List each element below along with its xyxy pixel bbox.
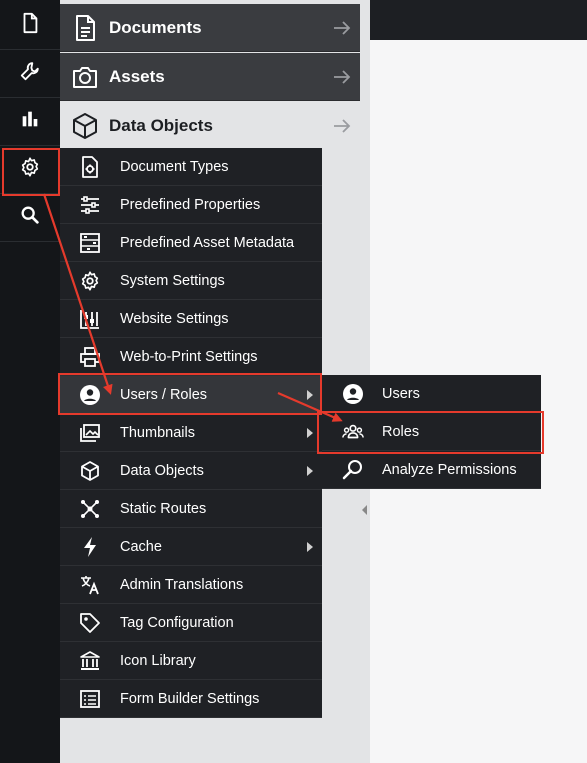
menu-item-label: Thumbnails: [120, 424, 195, 441]
tag-icon: [79, 612, 101, 634]
top-bar: [370, 0, 587, 40]
tools-nav-button[interactable]: [0, 50, 60, 98]
menu-item-label: Users / Roles: [120, 386, 208, 403]
cube-icon: [71, 112, 99, 140]
submenu-item-label: Roles: [382, 423, 420, 440]
documents-nav-button[interactable]: [0, 2, 60, 50]
submenu-item-roles[interactable]: Roles: [322, 413, 541, 451]
document-icon: [19, 12, 41, 39]
submenu-caret-icon: [307, 542, 313, 552]
images-icon: [79, 422, 101, 444]
menu-item-label: Predefined Asset Metadata: [120, 234, 295, 251]
menu-item-label: Predefined Properties: [120, 196, 261, 213]
collapse-left-icon: [362, 505, 367, 515]
menu-item-label: Website Settings: [120, 310, 229, 327]
arrow-right-icon: [332, 18, 352, 38]
search-nav-button[interactable]: [0, 194, 60, 242]
menu-item-admin-translations[interactable]: Admin Translations: [60, 566, 322, 604]
wrench-icon: [19, 60, 41, 87]
menu-item-users-roles[interactable]: Users / Roles: [60, 376, 322, 414]
metadata-icon: [79, 232, 101, 254]
search-icon: [19, 204, 41, 231]
magnifier-icon: [342, 459, 364, 481]
menu-item-tag-configuration[interactable]: Tag Configuration: [60, 604, 322, 642]
printer-icon: [79, 346, 101, 368]
menu-item-thumbnails[interactable]: Thumbnails: [60, 414, 322, 452]
collapse-panel-handle[interactable]: [360, 500, 370, 520]
menu-item-label: System Settings: [120, 272, 225, 289]
gear-icon: [79, 270, 101, 292]
menu-item-predefined-asset-metadata[interactable]: Predefined Asset Metadata: [60, 224, 322, 262]
menu-item-predefined-properties[interactable]: Predefined Properties: [60, 186, 322, 224]
camera-icon: [71, 63, 99, 91]
arrow-right-icon: [332, 116, 352, 136]
form-icon: [79, 688, 101, 710]
menu-item-label: Tag Configuration: [120, 614, 234, 631]
translate-icon: [79, 574, 101, 596]
user-circle-icon: [342, 383, 364, 405]
bar-chart-icon: [19, 108, 41, 135]
menu-item-label: Document Types: [120, 158, 229, 175]
library-icon: [79, 650, 101, 672]
settings-menu: Document Types Predefined Properties Pre…: [60, 148, 322, 718]
cube-icon: [79, 460, 101, 482]
website-settings-icon: [79, 308, 101, 330]
lightning-icon: [79, 536, 101, 558]
submenu-item-analyze-permissions[interactable]: Analyze Permissions: [322, 451, 541, 489]
menu-item-cache[interactable]: Cache: [60, 528, 322, 566]
settings-nav-button[interactable]: [0, 146, 60, 194]
menu-item-system-settings[interactable]: System Settings: [60, 262, 322, 300]
users-roles-submenu: Users Roles Analyze Permissions: [322, 375, 541, 489]
routes-icon: [79, 498, 101, 520]
tree-documents[interactable]: Documents: [60, 4, 360, 52]
tree-assets-label: Assets: [109, 66, 165, 86]
menu-item-form-builder-settings[interactable]: Form Builder Settings: [60, 680, 322, 718]
menu-item-label: Data Objects: [120, 462, 204, 479]
tree-data-objects-label: Data Objects: [109, 116, 213, 135]
submenu-caret-icon: [307, 390, 313, 400]
menu-item-data-objects[interactable]: Data Objects: [60, 452, 322, 490]
menu-item-web-to-print-settings[interactable]: Web-to-Print Settings: [60, 338, 322, 376]
sliders-icon: [79, 194, 101, 216]
document-gear-icon: [79, 155, 101, 178]
menu-item-label: Web-to-Print Settings: [120, 348, 258, 365]
user-circle-icon: [79, 384, 101, 406]
submenu-item-label: Analyze Permissions: [382, 461, 517, 478]
arrow-right-icon: [332, 67, 352, 87]
submenu-caret-icon: [307, 428, 313, 438]
submenu-item-label: Users: [382, 385, 420, 402]
roles-group-icon: [342, 421, 364, 443]
menu-item-website-settings[interactable]: Website Settings: [60, 300, 322, 338]
tree-documents-label: Documents: [109, 17, 202, 37]
reports-nav-button[interactable]: [0, 98, 60, 146]
menu-item-label: Cache: [120, 538, 162, 555]
left-navigation: [0, 0, 60, 763]
menu-item-static-routes[interactable]: Static Routes: [60, 490, 322, 528]
gear-icon: [19, 156, 41, 183]
menu-item-label: Static Routes: [120, 500, 207, 517]
submenu-caret-icon: [307, 466, 313, 476]
menu-item-document-types[interactable]: Document Types: [60, 148, 322, 186]
menu-item-icon-library[interactable]: Icon Library: [60, 642, 322, 680]
tree-assets[interactable]: Assets: [60, 53, 360, 101]
menu-item-label: Icon Library: [120, 652, 196, 669]
menu-item-label: Admin Translations: [120, 576, 244, 593]
submenu-item-users[interactable]: Users: [322, 375, 541, 413]
tree-data-objects[interactable]: Data Objects: [60, 102, 360, 150]
document-lines-icon: [71, 14, 99, 42]
menu-item-label: Form Builder Settings: [120, 690, 260, 707]
